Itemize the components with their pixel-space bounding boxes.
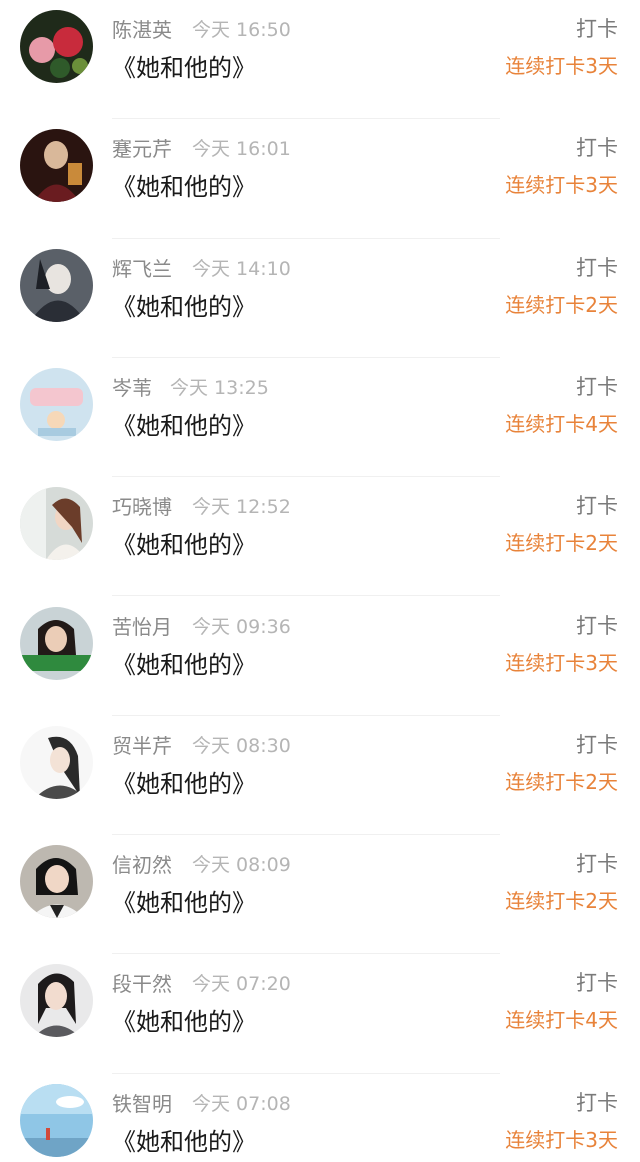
book-title[interactable]: 《她和他的》: [112, 883, 256, 918]
checkin-label: 打卡: [576, 613, 618, 638]
user-name[interactable]: 巧晓博: [112, 491, 172, 520]
user-avatar[interactable]: [20, 725, 93, 799]
streak-label: 连续打卡3天: [505, 1127, 618, 1152]
feed-item[interactable]: 苦怡月 今天 09:36 《她和他的》 打卡 连续打卡3天: [0, 597, 640, 716]
streak-label: 连续打卡3天: [505, 173, 618, 198]
checkin-time: 今天 08:09: [192, 854, 291, 877]
user-avatar[interactable]: [20, 845, 93, 919]
checkin-label: 打卡: [576, 1090, 618, 1115]
checkin-time: 今天 07:08: [192, 1092, 291, 1115]
user-avatar[interactable]: [20, 248, 93, 322]
feed-item[interactable]: 信初然 今天 08:09 《她和他的》 打卡 连续打卡2天: [0, 835, 640, 955]
streak-label: 连续打卡2天: [505, 531, 618, 556]
book-title[interactable]: 《她和他的》: [112, 167, 256, 202]
streak-label: 连续打卡4天: [505, 1008, 618, 1033]
user-name[interactable]: 铁智明: [112, 1088, 172, 1117]
feed-item[interactable]: 巧晓博 今天 12:52 《她和他的》 打卡 连续打卡2天: [0, 477, 640, 597]
checkin-label: 打卡: [576, 374, 618, 399]
streak-label: 连续打卡4天: [505, 411, 618, 436]
book-title[interactable]: 《她和他的》: [112, 764, 256, 799]
streak-label: 连续打卡3天: [505, 54, 618, 78]
checkin-label: 打卡: [576, 494, 618, 519]
streak-label: 连续打卡2天: [505, 769, 618, 794]
book-title[interactable]: 《她和他的》: [112, 525, 256, 560]
checkin-time: 今天 16:50: [192, 19, 291, 41]
checkin-time: 今天 09:36: [192, 615, 291, 638]
feed-item[interactable]: 铁智明 今天 07:08 《她和他的》 打卡 连续打卡3天: [0, 1074, 640, 1162]
checkin-time: 今天 14:10: [192, 257, 291, 280]
feed-item[interactable]: 辉飞兰 今天 14:10 《她和他的》 打卡 连续打卡2天: [0, 239, 640, 358]
streak-label: 连续打卡2天: [505, 292, 618, 317]
user-avatar[interactable]: [20, 1083, 93, 1157]
checkin-label: 打卡: [576, 17, 618, 41]
book-title[interactable]: 《她和他的》: [112, 287, 256, 322]
user-name[interactable]: 贸半芹: [112, 730, 172, 759]
user-name[interactable]: 岑苇: [112, 372, 152, 401]
streak-label: 连续打卡3天: [505, 650, 618, 675]
user-name[interactable]: 信初然: [112, 849, 172, 878]
book-title[interactable]: 《她和他的》: [112, 1122, 256, 1157]
user-name[interactable]: 段干然: [112, 968, 172, 997]
checkin-label: 打卡: [576, 732, 618, 757]
checkin-time: 今天 12:52: [192, 496, 291, 519]
checkin-time: 今天 16:01: [192, 138, 291, 161]
streak-label: 连续打卡2天: [505, 889, 618, 914]
user-avatar[interactable]: [20, 487, 93, 561]
user-name[interactable]: 蹇元芹: [112, 133, 172, 162]
checkin-time: 今天 08:30: [192, 734, 291, 757]
user-name[interactable]: 苦怡月: [112, 611, 172, 640]
feed-item[interactable]: 岑苇 今天 13:25 《她和他的》 打卡 连续打卡4天: [0, 358, 640, 478]
checkin-time: 今天 13:25: [170, 376, 269, 399]
book-title[interactable]: 《她和他的》: [112, 645, 256, 680]
checkin-label: 打卡: [576, 255, 618, 280]
user-avatar[interactable]: [20, 367, 93, 441]
checkin-label: 打卡: [576, 852, 618, 877]
checkin-label: 打卡: [576, 971, 618, 996]
user-name[interactable]: 辉飞兰: [112, 253, 172, 282]
user-avatar[interactable]: [20, 129, 93, 203]
user-name[interactable]: 陈湛英: [112, 14, 172, 43]
book-title[interactable]: 《她和他的》: [112, 406, 256, 441]
user-avatar[interactable]: [20, 964, 93, 1038]
user-avatar[interactable]: [20, 606, 93, 680]
feed-item[interactable]: 段干然 今天 07:20 《她和他的》 打卡 连续打卡4天: [0, 954, 640, 1074]
feed-item[interactable]: 陈湛英 今天 16:50 《她和他的》 打卡 连续打卡3天: [0, 0, 640, 120]
book-title[interactable]: 《她和他的》: [112, 48, 256, 83]
feed-item[interactable]: 蹇元芹 今天 16:01 《她和他的》 打卡 连续打卡3天: [0, 119, 640, 239]
checkin-time: 今天 07:20: [192, 973, 291, 996]
checkin-feed-list: 陈湛英 今天 16:50 《她和他的》 打卡 连续打卡3天 蹇元芹 今天 16:…: [0, 0, 640, 1162]
user-avatar[interactable]: [20, 10, 93, 83]
feed-item[interactable]: 贸半芹 今天 08:30 《她和他的》 打卡 连续打卡2天: [0, 716, 640, 836]
book-title[interactable]: 《她和他的》: [112, 1002, 256, 1037]
checkin-label: 打卡: [576, 136, 618, 161]
